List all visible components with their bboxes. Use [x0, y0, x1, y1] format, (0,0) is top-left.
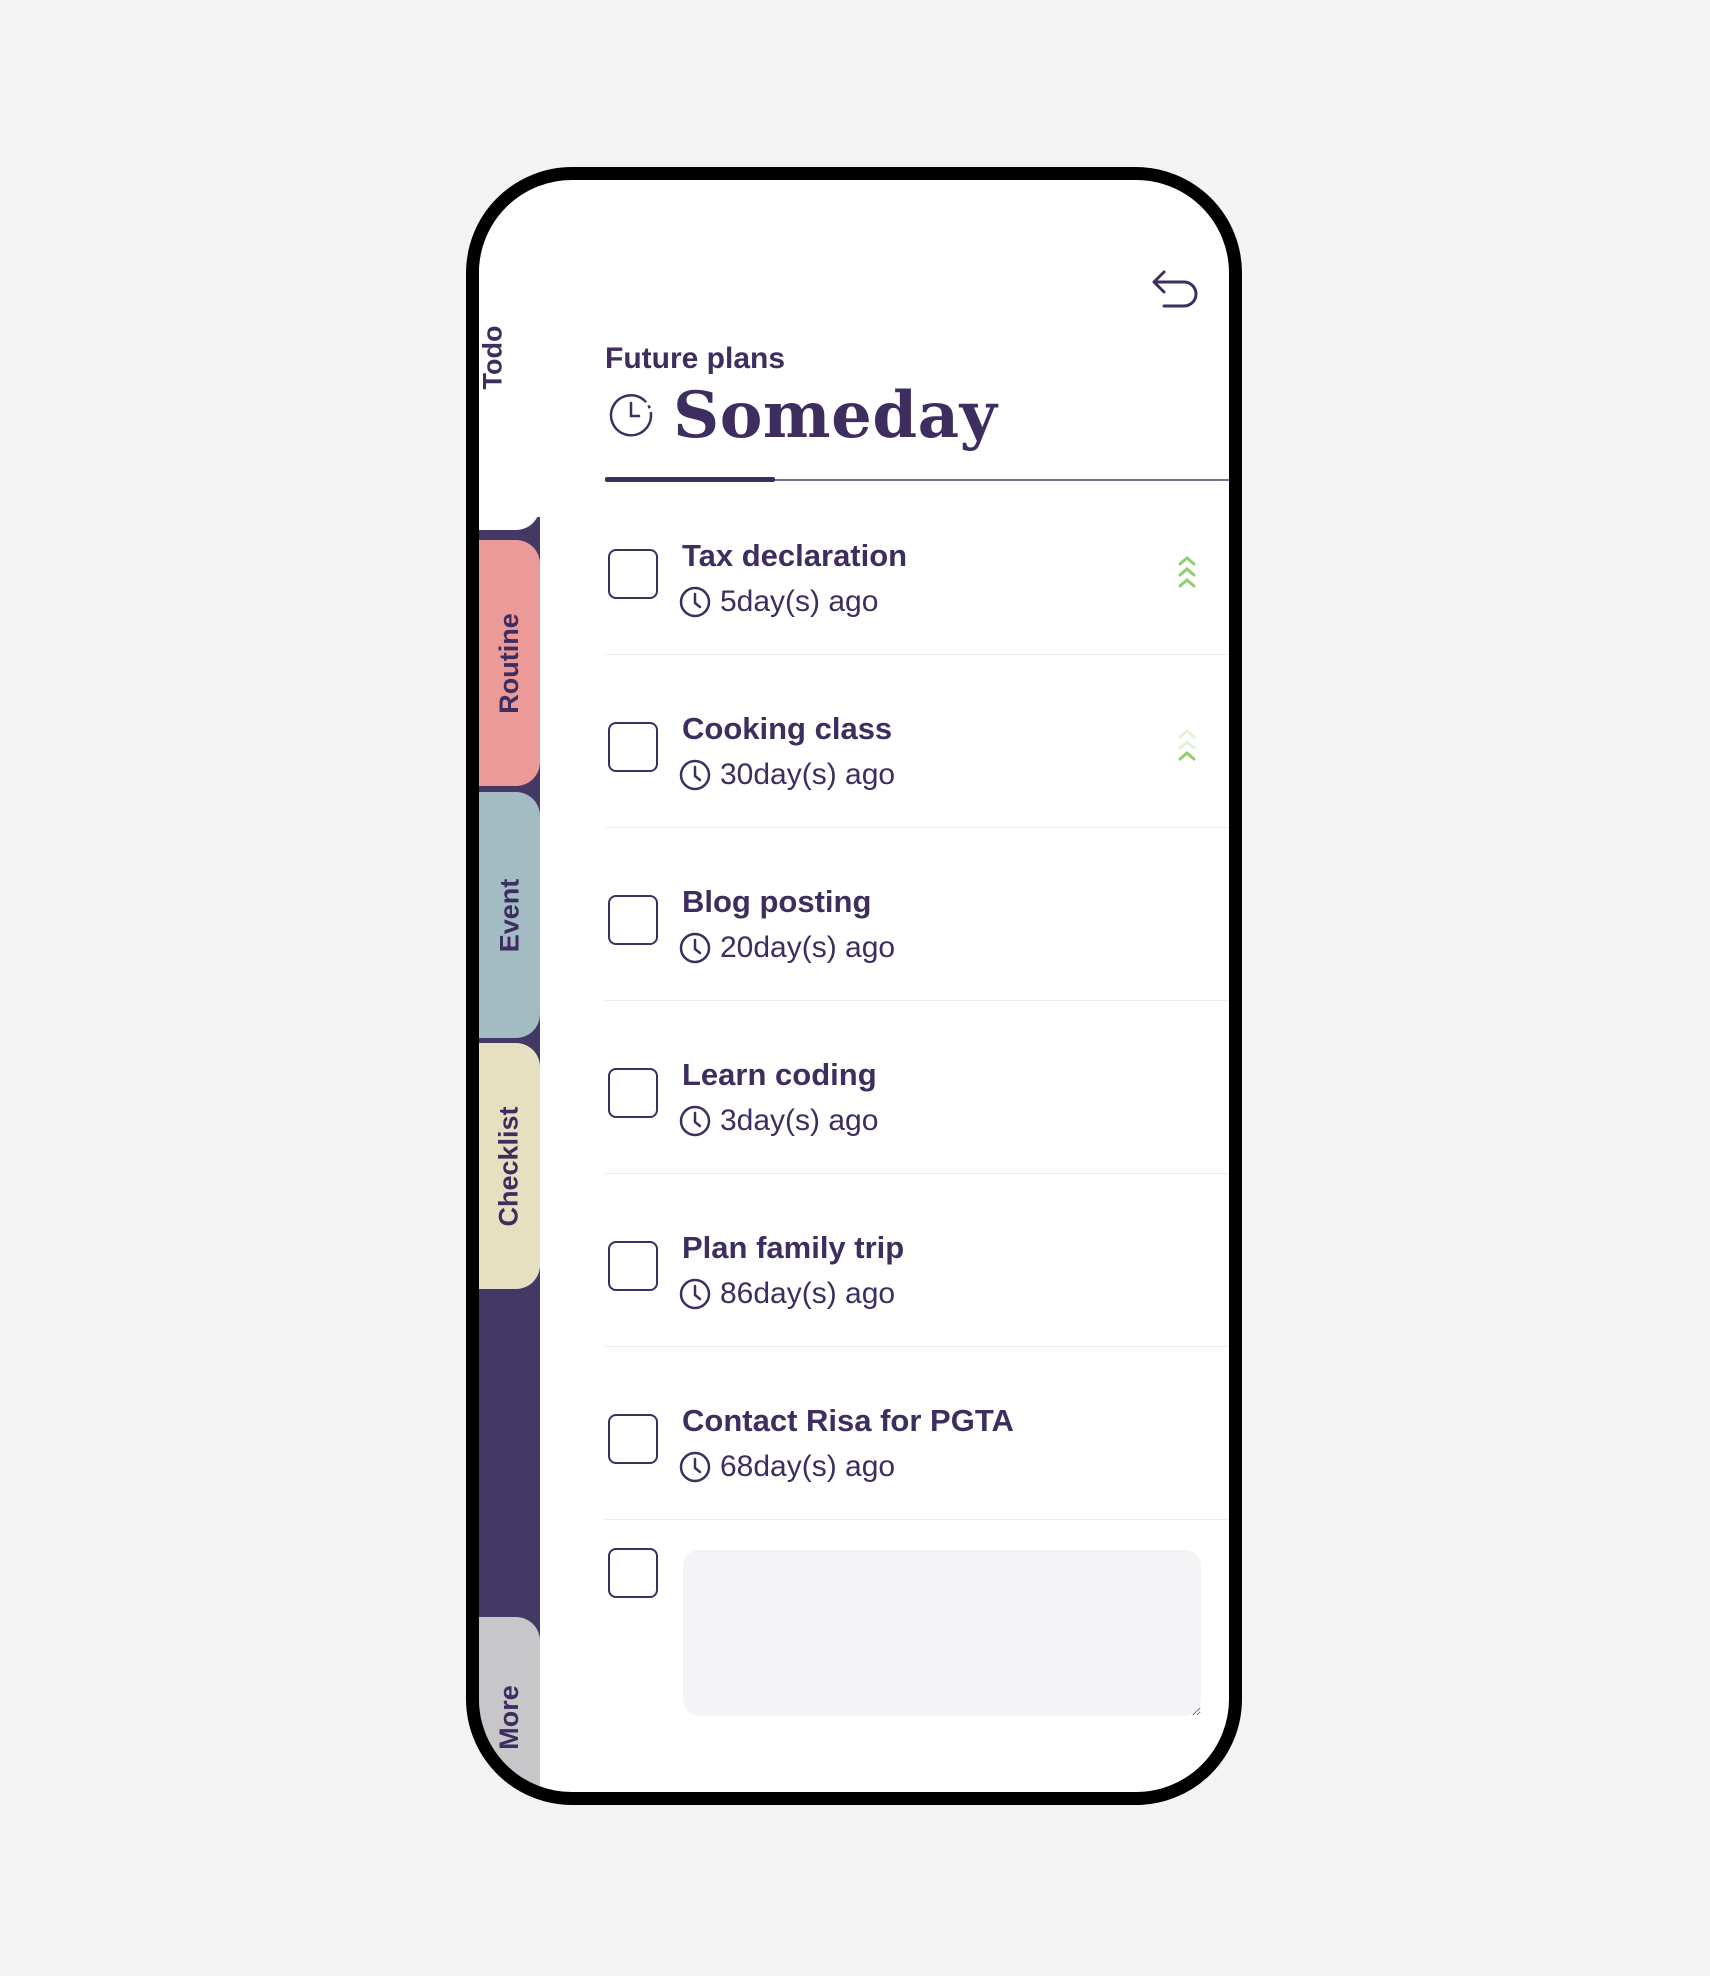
tab-event[interactable]: Event	[479, 792, 540, 1038]
tab-checklist[interactable]: Checklist	[479, 1043, 540, 1289]
item-time-label: 20day(s) ago	[720, 931, 896, 964]
page-title: Someday	[673, 377, 998, 453]
clock-icon	[679, 932, 711, 964]
item-title[interactable]: Blog posting	[682, 884, 871, 920]
item-time-label: 30day(s) ago	[720, 758, 896, 791]
item-title[interactable]: Cooking class	[682, 711, 892, 747]
clock-icon	[679, 1451, 711, 1483]
list-item: Blog posting 20day(s) ago	[605, 828, 1229, 1001]
clock-dashed-icon	[609, 394, 653, 437]
item-checkbox[interactable]	[608, 895, 658, 945]
item-time: 30day(s) ago	[678, 758, 895, 792]
item-time: 68day(s) ago	[678, 1450, 895, 1484]
page-title-row: Someday	[605, 377, 998, 453]
item-time-label: 5day(s) ago	[720, 585, 879, 618]
list-item: Learn coding 3day(s) ago	[605, 1001, 1229, 1174]
item-time: 20day(s) ago	[678, 931, 895, 965]
item-time-label: 3day(s) ago	[720, 1104, 879, 1137]
tab-checklist-label: Checklist	[494, 1105, 524, 1227]
item-title[interactable]: Plan family trip	[682, 1230, 904, 1266]
item-title[interactable]: Contact Risa for PGTA	[682, 1403, 1014, 1439]
clock-icon	[679, 1278, 711, 1310]
tab-todo[interactable]: Todo	[479, 180, 540, 530]
tab-routine-label: Routine	[494, 612, 524, 714]
back-button[interactable]	[1150, 266, 1200, 310]
item-time: 3day(s) ago	[678, 1104, 878, 1138]
item-title[interactable]: Tax declaration	[682, 538, 907, 574]
tab-routine[interactable]: Routine	[479, 540, 540, 786]
item-time: 5day(s) ago	[678, 585, 878, 619]
list-item: Tax declaration 5day(s) ago	[605, 482, 1229, 655]
clock-icon	[679, 586, 711, 618]
list-item: Contact Risa for PGTA 68day(s) ago	[605, 1347, 1229, 1520]
item-time: 86day(s) ago	[678, 1277, 895, 1311]
new-item-checkbox[interactable]	[608, 1548, 658, 1598]
new-item-row	[605, 1520, 1229, 1720]
tab-more[interactable]: More	[479, 1617, 540, 1792]
clock-icon	[679, 1105, 711, 1137]
item-checkbox[interactable]	[608, 1068, 658, 1118]
list-item: Cooking class 30day(s) ago	[605, 655, 1229, 828]
priority-low-icon[interactable]	[1175, 727, 1199, 767]
tab-more-label: More	[494, 1684, 525, 1750]
item-checkbox[interactable]	[608, 1241, 658, 1291]
item-checkbox[interactable]	[608, 722, 658, 772]
item-title[interactable]: Learn coding	[682, 1057, 877, 1093]
todo-list: Tax declaration 5day(s) ago Cooking clas…	[605, 482, 1229, 1720]
list-item: Plan family trip 86day(s) ago	[605, 1174, 1229, 1347]
item-time-label: 86day(s) ago	[720, 1277, 896, 1310]
tab-todo-label: Todo	[477, 325, 508, 390]
item-time-label: 68day(s) ago	[720, 1450, 896, 1483]
clock-icon	[679, 759, 711, 791]
tab-event-label: Event	[494, 878, 524, 952]
phone-frame: Todo Routine Event Checklist More Future…	[466, 167, 1242, 1805]
item-checkbox[interactable]	[608, 1414, 658, 1464]
page-subtitle: Future plans	[605, 342, 786, 375]
undo-arrow-icon	[1152, 270, 1198, 308]
priority-high-icon[interactable]	[1175, 554, 1199, 594]
new-item-input[interactable]	[683, 1550, 1201, 1716]
item-checkbox[interactable]	[608, 549, 658, 599]
